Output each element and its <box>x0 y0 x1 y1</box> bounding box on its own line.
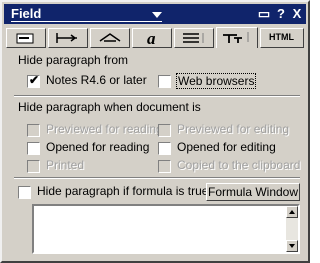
font-a-icon: a <box>147 29 156 47</box>
paragraph-alignment-icon <box>56 33 77 43</box>
previewed-editing-checkbox[interactable] <box>158 124 171 137</box>
tab-info[interactable] <box>6 28 46 48</box>
property-tabs: a HTML <box>6 27 304 48</box>
field-properties-dialog: Field ▭ ? X a HTML Hide paragraph from ✔… <box>0 0 310 263</box>
tab-paragraph-alignment[interactable] <box>48 28 88 48</box>
hide-when-icon <box>223 32 249 43</box>
scroll-up-button[interactable] <box>286 206 298 218</box>
web-browsers-checkbox[interactable] <box>158 75 171 88</box>
tab-list[interactable] <box>174 28 214 48</box>
scroll-down-button[interactable] <box>286 240 298 252</box>
hide-when-panel: Hide paragraph from ✔ Notes R4.6 or late… <box>6 48 304 257</box>
previewed-editing-label: Previewed for editing <box>177 122 290 136</box>
divider <box>14 177 300 179</box>
list-icon <box>183 33 204 43</box>
formula-window-button[interactable]: Formula Window <box>206 183 300 201</box>
title-bar[interactable]: Field ▭ ? X <box>4 4 306 24</box>
margins-icon <box>99 33 121 42</box>
help-button[interactable]: ? <box>274 6 288 22</box>
web-browsers-label: Web browsers <box>176 73 257 89</box>
formula-scrollbar[interactable] <box>286 206 298 252</box>
title-dropdown-chevron-icon[interactable] <box>152 12 162 18</box>
opened-reading-label: Opened for reading <box>46 140 150 154</box>
arrow-up-icon <box>289 210 295 214</box>
previewed-reading-checkbox[interactable] <box>27 124 40 137</box>
printed-label: Printed <box>46 158 85 172</box>
tab-hide-when[interactable] <box>216 27 258 48</box>
title-dropdown-underline <box>11 21 162 22</box>
tab-margins[interactable] <box>90 28 130 48</box>
opened-editing-label: Opened for editing <box>177 140 276 154</box>
printed-checkbox[interactable] <box>27 160 40 173</box>
hide-when-title: Hide paragraph when document is <box>18 100 201 114</box>
formula-checkbox[interactable] <box>18 186 31 199</box>
previewed-reading-label: Previewed for reading <box>46 122 163 136</box>
hide-from-title: Hide paragraph from <box>18 53 129 67</box>
dialog-title: Field <box>11 6 42 21</box>
checkmark-icon: ✔ <box>29 73 40 87</box>
arrow-down-icon <box>289 244 295 248</box>
opened-reading-checkbox[interactable] <box>27 142 40 155</box>
copied-clipboard-label: Copied to the clipboard <box>177 158 301 172</box>
formula-label: Hide paragraph if formula is true <box>37 184 209 198</box>
divider <box>14 95 300 97</box>
formula-input[interactable] <box>32 204 300 254</box>
tab-html-label: HTML <box>269 32 294 42</box>
notes-r46-checkbox[interactable]: ✔ <box>27 73 40 88</box>
restore-button[interactable]: ▭ <box>257 6 271 22</box>
close-button[interactable]: X <box>290 6 304 22</box>
opened-editing-checkbox[interactable] <box>158 142 171 155</box>
tab-font[interactable]: a <box>132 28 172 48</box>
info-icon <box>16 33 34 44</box>
svg-text:a: a <box>147 29 156 47</box>
copied-clipboard-checkbox[interactable] <box>158 160 171 173</box>
tab-html[interactable]: HTML <box>260 28 304 48</box>
notes-r46-label: Notes R4.6 or later <box>46 73 147 87</box>
